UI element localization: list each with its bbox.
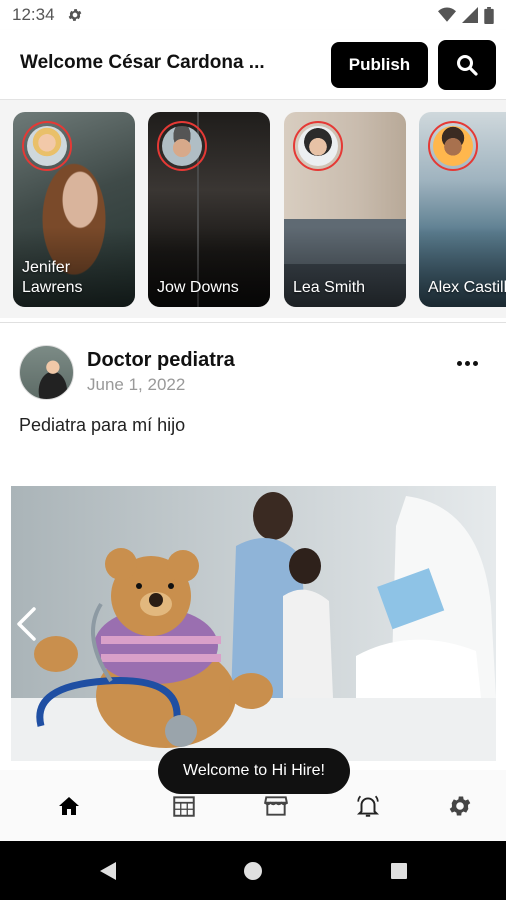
toast-message: Welcome to Hi Hire! [158,748,350,794]
home-button[interactable] [240,858,266,884]
stories-carousel[interactable]: Jenifer Lawrens Jow Downs Lea Smith Alex… [0,100,506,318]
welcome-title: Welcome César Cardona ... [20,52,265,73]
avatar-image [27,126,67,166]
story-card[interactable]: Jow Downs [148,112,270,307]
recents-square-icon [391,863,407,879]
battery-icon [484,6,494,24]
post-card: Doctor pediatra June 1, 2022 Pediatra pa… [0,322,506,770]
status-time: 12:34 [12,5,55,24]
bell-icon [356,795,380,817]
recents-button[interactable] [386,858,412,884]
gear-icon [449,796,471,816]
story-name: Jenifer Lawrens [22,259,83,296]
nav-store[interactable] [260,790,292,822]
dot-icon [456,360,462,366]
calendar-icon [173,796,195,817]
dot-icon [464,360,470,366]
settings-status-icon [68,9,81,21]
more-options-button[interactable] [452,353,482,373]
back-triangle-icon [100,862,116,880]
nav-notifications[interactable] [352,790,384,822]
previous-image-icon[interactable] [14,606,38,642]
story-avatar [428,121,478,171]
story-avatar [293,121,343,171]
status-icons [438,6,494,24]
app-header: Welcome César Cardona ... Publish [0,30,506,100]
post-photo [11,486,496,761]
signal-icon [462,7,478,23]
story-avatar [22,121,72,171]
story-name: Jow Downs [157,279,239,296]
post-author[interactable]: Doctor pediatra [87,349,235,372]
story-name: Alex Castillo [428,279,506,296]
story-card[interactable]: Alex Castillo [419,112,506,307]
author-avatar[interactable] [19,345,74,400]
store-icon [263,796,289,816]
story-card[interactable]: Jenifer Lawrens [13,112,135,307]
nav-calendar[interactable] [168,790,200,822]
post-text: Pediatra para mí hijo [19,415,186,435]
avatar-image [433,126,473,166]
system-navigation-bar [0,841,506,900]
wifi-icon [438,7,456,22]
search-icon [457,55,478,76]
publish-button[interactable]: Publish [331,42,428,88]
search-button[interactable] [438,40,496,90]
nav-settings[interactable] [444,790,476,822]
story-avatar [157,121,207,171]
post-image[interactable] [11,486,496,761]
home-circle-icon [244,862,262,880]
story-name: Lea Smith [293,279,366,296]
back-button[interactable] [95,858,121,884]
avatar-image [298,126,338,166]
avatar-image [162,126,202,166]
nav-home[interactable] [53,790,85,822]
home-icon [59,797,79,815]
story-card[interactable]: Lea Smith [284,112,406,307]
post-date: June 1, 2022 [87,375,186,394]
dot-icon [472,360,478,366]
status-bar: 12:34 [0,0,506,30]
